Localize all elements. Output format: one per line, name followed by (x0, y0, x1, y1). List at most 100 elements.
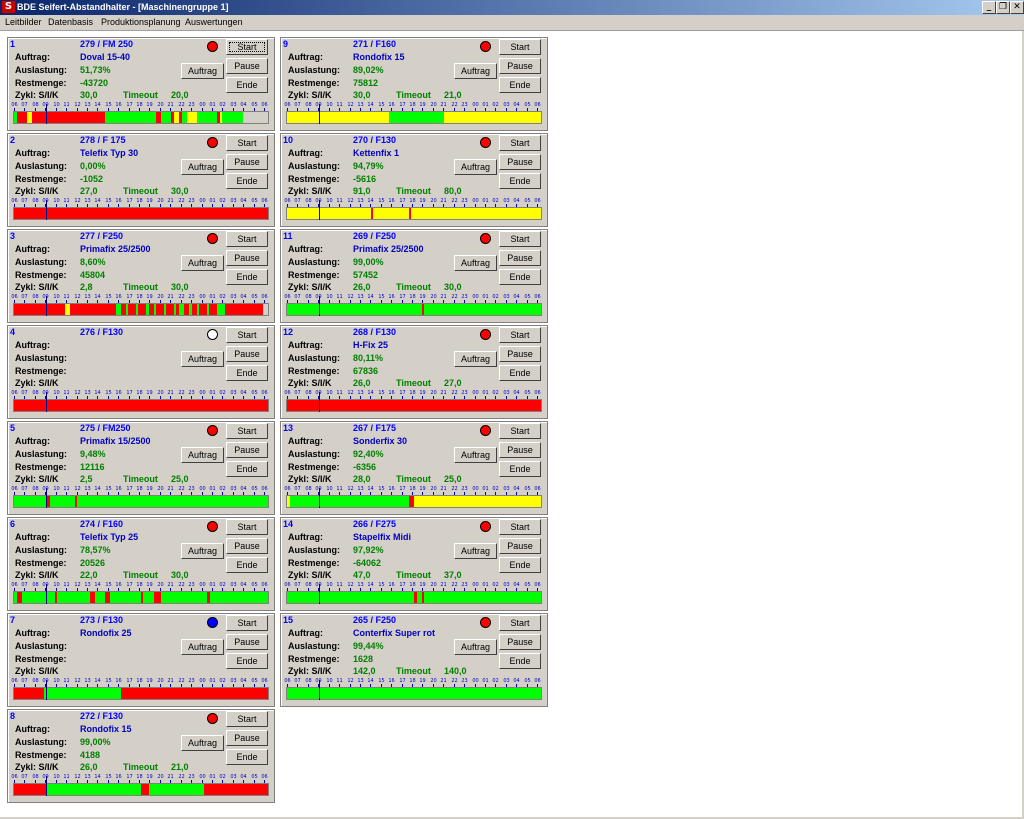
timeline-segment (14, 208, 268, 219)
auftrag-button[interactable]: Auftrag (181, 63, 224, 79)
ende-button[interactable]: Ende (226, 653, 268, 669)
ende-button[interactable]: Ende (499, 461, 541, 477)
auftrag-button[interactable]: Auftrag (454, 543, 497, 559)
production-timeline (13, 783, 269, 796)
restore-button[interactable]: ❐ (996, 1, 1010, 14)
restmenge-value: 4188 (80, 750, 101, 760)
timeline-segment (140, 784, 149, 795)
ende-button[interactable]: Ende (226, 269, 268, 285)
timeline-hour-scale: 0607080910111213141516171819202122230001… (11, 198, 269, 207)
zykl-label: Zykl: S/I/K (288, 570, 332, 580)
ende-button[interactable]: Ende (499, 557, 541, 573)
pause-button[interactable]: Pause (226, 538, 268, 554)
start-button[interactable]: Start (499, 39, 541, 55)
ende-button[interactable]: Ende (499, 173, 541, 189)
machine-number: 7 (10, 615, 16, 625)
start-button[interactable]: Start (499, 231, 541, 247)
machine-number: 10 (283, 135, 294, 145)
menu-datenbasis[interactable]: Datenbasis (48, 17, 93, 27)
ende-button[interactable]: Ende (226, 461, 268, 477)
auftrag-button[interactable]: Auftrag (181, 351, 224, 367)
auftrag-button[interactable]: Auftrag (454, 351, 497, 367)
close-button[interactable]: ✕ (1010, 1, 1024, 14)
start-button[interactable]: Start (226, 327, 268, 343)
minimize-button[interactable]: _ (982, 1, 996, 14)
machine-panel: 7 273 / F130 Auftrag: Rondofix 25 Auslastung… (7, 613, 275, 707)
ende-button[interactable]: Ende (499, 269, 541, 285)
auftrag-label: Auftrag: (15, 628, 50, 638)
start-button[interactable]: Start (226, 39, 268, 55)
timeout-value: 25,0 (444, 474, 462, 484)
ende-button[interactable]: Ende (226, 749, 268, 765)
auftrag-button[interactable]: Auftrag (454, 159, 497, 175)
menu-leitbilder[interactable]: Leitbilder (5, 17, 42, 27)
timeline-hour-scale: 0607080910111213141516171819202122230001… (11, 390, 269, 399)
zykl-label: Zykl: S/I/K (288, 90, 332, 100)
pause-button[interactable]: Pause (226, 730, 268, 746)
start-button[interactable]: Start (226, 231, 268, 247)
auftrag-value: Rondofix 15 (80, 724, 132, 734)
start-button[interactable]: Start (499, 423, 541, 439)
pause-button[interactable]: Pause (499, 634, 541, 650)
auftrag-button[interactable]: Auftrag (181, 447, 224, 463)
ende-button[interactable]: Ende (499, 77, 541, 93)
zykl-label: Zykl: S/I/K (15, 90, 59, 100)
start-button[interactable]: Start (499, 327, 541, 343)
auftrag-button[interactable]: Auftrag (454, 255, 497, 271)
auftrag-button[interactable]: Auftrag (181, 639, 224, 655)
menu-auswertungen[interactable]: Auswertungen (185, 17, 243, 27)
pause-button[interactable]: Pause (499, 346, 541, 362)
auftrag-button[interactable]: Auftrag (454, 63, 497, 79)
restmenge-value: -43720 (80, 78, 109, 88)
pause-button[interactable]: Pause (226, 346, 268, 362)
start-button[interactable]: Start (499, 135, 541, 151)
timeline-segment (128, 304, 136, 315)
pause-button[interactable]: Pause (226, 154, 268, 170)
auftrag-button[interactable]: Auftrag (181, 543, 224, 559)
start-button[interactable]: Start (226, 423, 268, 439)
menu-produktionsplanung[interactable]: Produktionsplanung (101, 17, 181, 27)
pause-button[interactable]: Pause (226, 442, 268, 458)
start-button[interactable]: Start (226, 615, 268, 631)
timeline-segment (120, 688, 268, 699)
pause-button[interactable]: Pause (499, 58, 541, 74)
ende-button[interactable]: Ende (226, 173, 268, 189)
auftrag-button[interactable]: Auftrag (181, 735, 224, 751)
machine-title: 272 / F130 (80, 711, 124, 721)
pause-button[interactable]: Pause (499, 538, 541, 554)
ende-button[interactable]: Ende (499, 653, 541, 669)
auslastung-value: 99,44% (353, 641, 384, 651)
auftrag-button[interactable]: Auftrag (454, 447, 497, 463)
restmenge-label: Restmenge: (288, 558, 340, 568)
start-button[interactable]: Start (499, 615, 541, 631)
start-button[interactable]: Start (226, 519, 268, 535)
auftrag-button[interactable]: Auftrag (454, 639, 497, 655)
ende-button[interactable]: Ende (226, 77, 268, 93)
pause-button[interactable]: Pause (226, 250, 268, 266)
pause-button[interactable]: Pause (499, 442, 541, 458)
timeout-value: 30,0 (171, 186, 189, 196)
auftrag-button[interactable]: Auftrag (181, 159, 224, 175)
production-timeline (13, 303, 269, 316)
ende-button[interactable]: Ende (499, 365, 541, 381)
start-button[interactable]: Start (226, 135, 268, 151)
machine-panel: 15 265 / F250 Auftrag: Conterfix Super rot A… (280, 613, 548, 707)
start-button[interactable]: Start (226, 711, 268, 727)
auftrag-button[interactable]: Auftrag (181, 255, 224, 271)
timeline-current-time-marker (319, 488, 320, 508)
auslastung-value: 99,00% (80, 737, 111, 747)
status-lamp-icon (207, 617, 218, 628)
ende-button[interactable]: Ende (226, 365, 268, 381)
machine-title: 268 / F130 (353, 327, 397, 337)
restmenge-value: 57452 (353, 270, 379, 280)
start-button[interactable]: Start (499, 519, 541, 535)
timeout-label: Timeout (396, 282, 431, 292)
pause-button[interactable]: Pause (226, 58, 268, 74)
machine-group-workspace: 1 279 / FM 250 Auftrag: Doval 15-40 Auslastu… (0, 31, 1024, 819)
pause-button[interactable]: Pause (226, 634, 268, 650)
pause-button[interactable]: Pause (499, 154, 541, 170)
ende-button[interactable]: Ende (226, 557, 268, 573)
pause-button[interactable]: Pause (499, 250, 541, 266)
auftrag-label: Auftrag: (288, 52, 323, 62)
timeline-segment (44, 688, 121, 699)
